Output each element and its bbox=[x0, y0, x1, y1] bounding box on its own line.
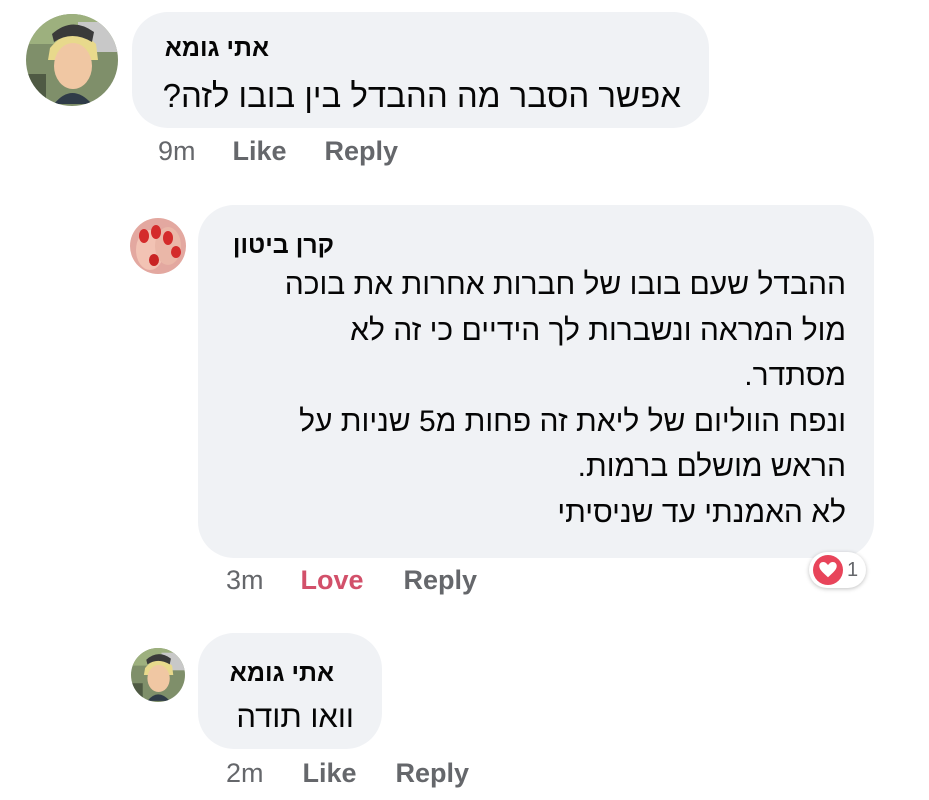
comment-time[interactable]: 3m bbox=[226, 565, 264, 596]
comment-text: וואו תודה bbox=[236, 699, 354, 734]
reply-button[interactable]: Reply bbox=[325, 136, 399, 167]
love-button[interactable]: Love bbox=[301, 565, 364, 596]
heart-icon bbox=[813, 555, 843, 585]
comment-text: אפשר הסבר מה ההבדל בין בובו לזה? bbox=[162, 77, 681, 114]
reaction-count[interactable]: 1 bbox=[809, 552, 867, 588]
comment-bubble: אתי גומא וואו תודה bbox=[198, 633, 382, 749]
avatar[interactable] bbox=[26, 14, 118, 106]
comment-bubble: אתי גומא אפשר הסבר מה ההבדל בין בובו לזה… bbox=[132, 12, 709, 128]
reply-button[interactable]: Reply bbox=[404, 565, 478, 596]
comment-author[interactable]: קרן ביטון bbox=[233, 231, 334, 260]
comment-actions: 3m Love Reply bbox=[226, 565, 477, 596]
avatar[interactable] bbox=[130, 218, 186, 274]
comment-author[interactable]: אתי גומא bbox=[165, 34, 269, 63]
reaction-count-label: 1 bbox=[847, 558, 859, 581]
like-button[interactable]: Like bbox=[303, 758, 357, 789]
comment-text: ההבדל שעם בובו של חברות אחרות את בוכה מו… bbox=[284, 268, 846, 529]
comment-actions: 2m Like Reply bbox=[226, 758, 469, 789]
comment-actions: 9m Like Reply bbox=[158, 136, 398, 167]
comment-time[interactable]: 2m bbox=[226, 758, 264, 789]
reply-button[interactable]: Reply bbox=[396, 758, 470, 789]
comment-time[interactable]: 9m bbox=[158, 136, 196, 167]
comment-author[interactable]: אתי גומא bbox=[230, 659, 334, 688]
comment-bubble: קרן ביטון ההבדל שעם בובו של חברות אחרות … bbox=[198, 205, 874, 558]
avatar[interactable] bbox=[131, 648, 185, 702]
like-button[interactable]: Like bbox=[233, 136, 287, 167]
